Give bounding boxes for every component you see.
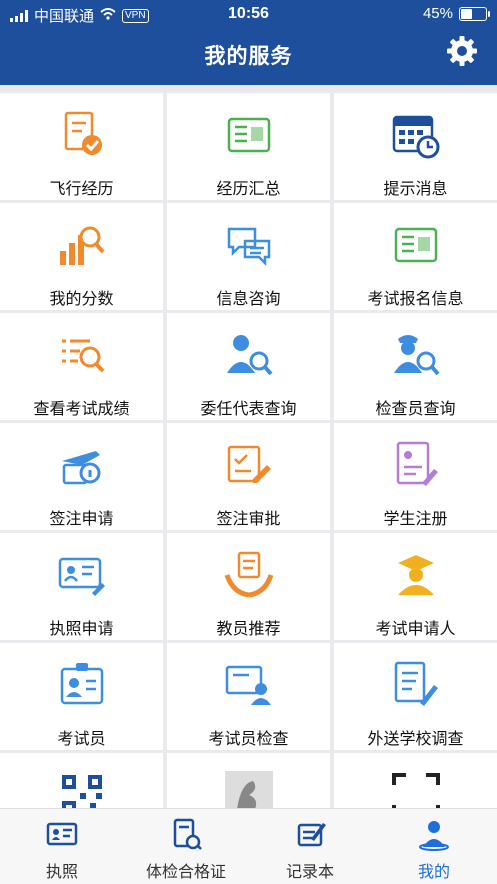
- service-tile[interactable]: 查看考试成绩: [0, 313, 163, 420]
- service-grid: 飞行经历 经历汇总 提示消息我的分数 信息咨询 考试报名信息查看考试成绩 委任代表查询 检查…: [0, 93, 497, 808]
- service-tile[interactable]: 飞行经历: [0, 93, 163, 200]
- service-label: 考试员检查: [208, 731, 289, 748]
- tab-medical-certificate[interactable]: 体检合格证: [124, 809, 248, 884]
- badge-person-icon: [60, 663, 104, 705]
- document-check-icon: [64, 111, 102, 155]
- service-label: 考试报名信息: [367, 291, 464, 308]
- service-tile[interactable]: 经历汇总: [167, 93, 330, 200]
- service-tile[interactable]: 教员推荐: [167, 533, 330, 640]
- service-label: 签注审批: [216, 511, 281, 528]
- list-search-icon: [62, 339, 105, 373]
- status-bar: 中国联通 VPN 10:56 45%: [0, 0, 497, 28]
- tab-label: 执照: [45, 864, 78, 881]
- screen-person-icon: [225, 665, 271, 705]
- user-profile-icon: [419, 821, 449, 851]
- service-tile[interactable]: 签注申请: [0, 423, 163, 530]
- tab-label: 记录本: [285, 864, 334, 881]
- tab-label: 我的: [417, 864, 450, 881]
- graduate-icon: [398, 555, 434, 595]
- service-tile[interactable]: 信息咨询: [167, 203, 330, 310]
- service-label: 经历汇总: [216, 181, 281, 198]
- id-card-pen-icon: [58, 557, 105, 596]
- tab-logbook[interactable]: 记录本: [248, 809, 372, 884]
- service-tile[interactable]: [167, 753, 330, 808]
- qr-code-icon: [62, 775, 102, 808]
- service-tile[interactable]: 外送学校调查: [334, 643, 497, 750]
- service-label: 教员推荐: [216, 621, 281, 638]
- service-tile[interactable]: 考试申请人: [334, 533, 497, 640]
- hands-document-icon: [224, 551, 274, 598]
- service-label: 我的分数: [49, 291, 114, 308]
- service-tile[interactable]: 学生注册: [334, 423, 497, 530]
- airplane-info-icon: [62, 451, 101, 485]
- gear-icon[interactable]: [445, 34, 479, 68]
- tab-license-card[interactable]: 执照: [0, 809, 124, 884]
- tab-user-profile[interactable]: 我的: [372, 809, 496, 884]
- service-tile[interactable]: 考试员检查: [167, 643, 330, 750]
- service-label: 考试申请人: [375, 621, 456, 638]
- service-tile[interactable]: 签注审批: [167, 423, 330, 530]
- license-card-icon: [46, 822, 78, 846]
- header-bar: 中国联通 VPN 10:56 45% 我的服务: [0, 0, 497, 85]
- service-tile[interactable]: 提示消息: [334, 93, 497, 200]
- tab-label: 体检合格证: [145, 864, 226, 881]
- service-label: 签注申请: [49, 511, 114, 528]
- approval-pen-icon: [227, 445, 271, 483]
- service-label: 考试员: [57, 731, 106, 748]
- service-label: 学生注册: [383, 511, 448, 528]
- service-tile[interactable]: [334, 753, 497, 808]
- document-pen-icon: [394, 661, 438, 706]
- service-tile[interactable]: 我的分数: [0, 203, 163, 310]
- service-label: 检查员查询: [375, 401, 456, 418]
- service-tile[interactable]: 考试员: [0, 643, 163, 750]
- battery-percent: 45%: [422, 5, 453, 22]
- service-label: 信息咨询: [216, 291, 281, 308]
- service-tile[interactable]: 委任代表查询: [167, 313, 330, 420]
- page-title: 我的服务: [204, 45, 293, 68]
- tab-bar: 执照 体检合格证 记录本 我的: [0, 808, 497, 884]
- service-label: 提示消息: [383, 181, 448, 198]
- newspaper-icon: [394, 227, 438, 263]
- service-tile[interactable]: 考试报名信息: [334, 203, 497, 310]
- officer-search-icon: [394, 335, 440, 376]
- newspaper-icon: [227, 117, 271, 153]
- register-form-icon: [396, 441, 438, 486]
- medical-certificate-icon: [173, 818, 202, 850]
- service-label: 查看考试成绩: [33, 401, 130, 418]
- chat-bubbles-icon: [227, 227, 271, 267]
- service-tile[interactable]: [0, 753, 163, 808]
- service-label: 飞行经历: [49, 181, 114, 198]
- scan-frame-icon: [392, 773, 440, 808]
- logbook-icon: [297, 823, 326, 847]
- service-tile[interactable]: 执照申请: [0, 533, 163, 640]
- person-search-icon: [227, 335, 273, 376]
- calendar-clock-icon: [392, 115, 440, 159]
- service-label: 外送学校调查: [367, 731, 464, 748]
- service-label: 执照申请: [49, 621, 114, 638]
- battery-icon: [459, 6, 490, 21]
- service-tile[interactable]: 检查员查询: [334, 313, 497, 420]
- service-label: 委任代表查询: [200, 401, 297, 418]
- photo-thumbnail-icon: [225, 771, 273, 808]
- bar-chart-search-icon: [60, 226, 105, 265]
